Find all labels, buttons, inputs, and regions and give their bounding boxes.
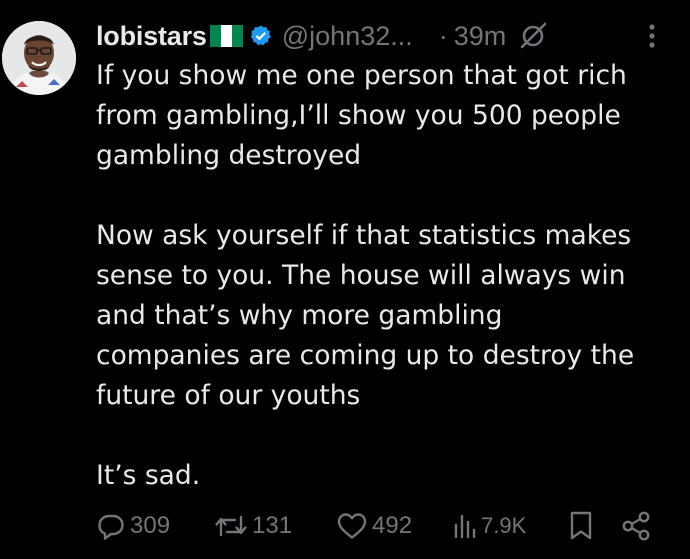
reply-count: 309 (130, 512, 171, 539)
time-separator: · (438, 20, 448, 51)
tweet-header: lobistars @john32... · 39m (96, 16, 676, 56)
like-icon (337, 513, 367, 539)
more-options-icon[interactable] (648, 23, 656, 49)
tweet-paragraph: If you show me one person that got rich … (96, 56, 676, 176)
author-handle[interactable]: @john32... (282, 21, 413, 52)
tweet-paragraph: Now ask yourself if that statistics make… (96, 216, 676, 416)
tweet[interactable]: lobistars @john32... · 39m If you show m… (0, 0, 690, 559)
like-count: 492 (372, 512, 413, 539)
tweet-line: future of our youths (96, 380, 361, 411)
share-icon (622, 511, 650, 541)
bookmark-button[interactable] (568, 508, 594, 544)
tweet-line: sense to you. The house will always win (96, 260, 626, 291)
grok-icon[interactable] (518, 21, 548, 51)
tweet-line: If you show me one person that got rich (96, 60, 627, 91)
tweet-text: If you show me one person that got rich … (96, 56, 676, 496)
reply-button[interactable]: 309 (96, 508, 170, 544)
repost-count: 131 (252, 512, 293, 539)
repost-button[interactable]: 131 (214, 508, 292, 544)
tweet-paragraph: It’s sad. (96, 456, 676, 496)
views-icon (454, 514, 476, 539)
like-button[interactable]: 492 (336, 508, 412, 544)
views-count: 7.9K (481, 513, 527, 538)
display-name[interactable]: lobistars (96, 21, 207, 52)
share-button[interactable] (620, 508, 652, 544)
tweet-line: It’s sad. (96, 460, 201, 491)
tweet-line: and that’s why more gambling (96, 300, 503, 331)
tweet-line: gambling destroyed (96, 140, 362, 171)
reply-icon (98, 514, 124, 540)
bookmark-icon (570, 511, 592, 540)
tweet-line: companies are coming up to destroy the (96, 340, 635, 371)
views-button[interactable]: 7.9K (452, 508, 526, 544)
action-bar: 309 131 492 7.9K (96, 508, 666, 544)
repost-icon (215, 515, 247, 537)
verified-badge-icon[interactable] (249, 24, 273, 48)
timestamp[interactable]: 39m (454, 21, 507, 52)
nigeria-flag-icon (209, 25, 243, 47)
avatar[interactable] (2, 21, 76, 95)
tweet-line: Now ask yourself if that statistics make… (96, 220, 632, 251)
tweet-line: from gambling,I’ll show you 500 people (96, 100, 621, 131)
